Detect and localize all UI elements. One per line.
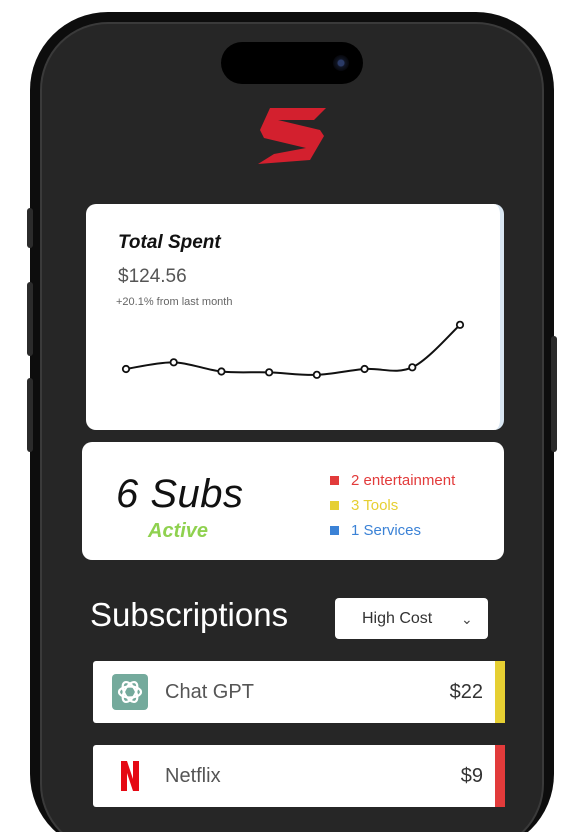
power-button [551, 336, 557, 452]
subs-status: Active [148, 520, 209, 542]
data-point [265, 368, 274, 377]
action-button [27, 208, 33, 248]
subscription-name: Chat GPT [165, 681, 254, 703]
legend-swatch [330, 526, 339, 535]
lightning-s-logo [258, 108, 326, 164]
legend-item-services: 1 Services [330, 518, 455, 543]
legend-label: 2 entertainment [351, 472, 456, 489]
camera-icon [333, 55, 349, 71]
subscription-name: Netflix [165, 765, 221, 787]
legend-label: 1 Services [351, 522, 422, 539]
dynamic-island [221, 42, 363, 84]
data-point [121, 364, 131, 374]
subscriptions-heading: Subscriptions [90, 596, 289, 633]
data-point [312, 370, 321, 379]
category-legend: 2 entertainment 3 Tools 1 Services [330, 468, 455, 543]
category-color-bar [495, 661, 505, 723]
subscription-price: $22 [449, 681, 483, 703]
total-spent-card: Total Spent $124.56 +20.1% from last mon… [86, 204, 504, 430]
subscription-row-chatgpt[interactable]: Chat GPT $22 [93, 661, 505, 723]
data-point [169, 358, 178, 367]
sort-selected-label: High Cost [362, 610, 433, 627]
spending-line-chart [121, 320, 465, 379]
volume-down-button [27, 378, 33, 452]
legend-swatch [330, 476, 339, 485]
data-point [455, 320, 465, 329]
data-point [360, 364, 369, 374]
volume-up-button [27, 282, 33, 356]
legend-item-tools: 3 Tools [330, 493, 455, 518]
legend-item-entertainment: 2 entertainment [330, 468, 455, 493]
subscription-price: $9 [460, 765, 483, 787]
subscription-row-netflix[interactable]: Netflix $9 [93, 745, 505, 807]
data-point [408, 363, 417, 372]
sort-dropdown[interactable]: High Cost ⌄ [335, 598, 488, 639]
data-point [217, 367, 226, 376]
chevron-down-icon: ⌄ [461, 611, 473, 627]
subs-count: 6 Subs [116, 472, 244, 516]
category-color-bar [495, 745, 505, 807]
chatgpt-icon [112, 674, 148, 710]
legend-label: 3 Tools [351, 497, 399, 514]
legend-swatch [330, 501, 339, 510]
netflix-icon [121, 761, 139, 791]
subs-summary-card: 6 Subs Active 2 entertainment 3 Tools 1 … [82, 442, 504, 560]
